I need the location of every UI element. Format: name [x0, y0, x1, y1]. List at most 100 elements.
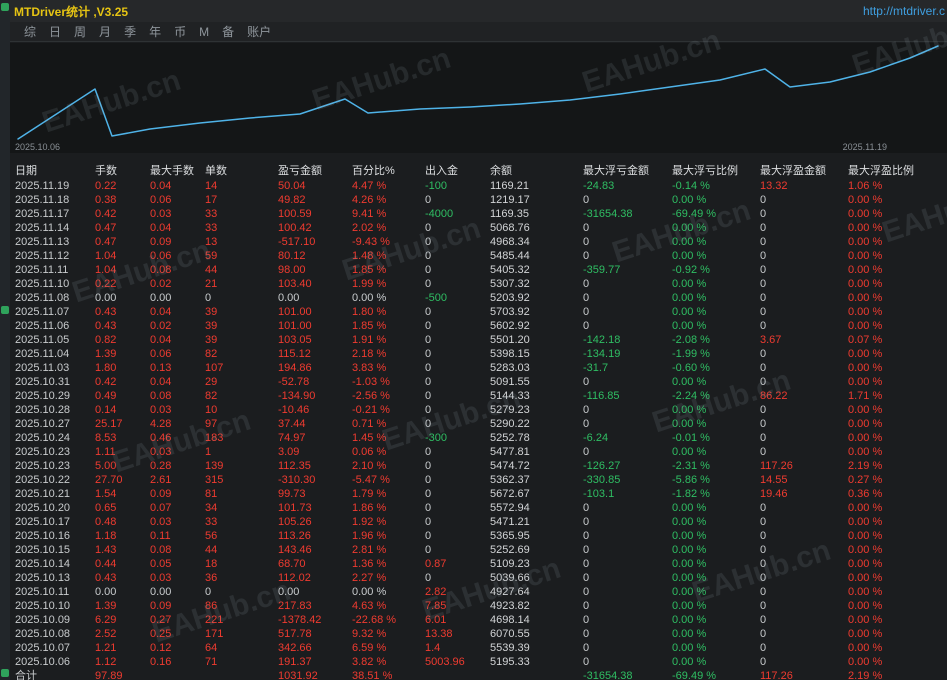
- cell: 0: [760, 207, 848, 221]
- cell: 14: [205, 179, 278, 193]
- cell: 2025.10.09: [15, 613, 95, 627]
- cell: 0: [425, 235, 490, 249]
- cell: 0: [760, 235, 848, 249]
- cell: 0.00 %: [672, 235, 760, 249]
- cell: 0: [583, 445, 672, 459]
- cell: 2025.10.31: [15, 375, 95, 389]
- table-row: 2025.10.248.530.4618374.971.45 %-3005252…: [10, 431, 947, 445]
- menu-item-综[interactable]: 综: [24, 23, 36, 40]
- cell: 0.00 %: [672, 403, 760, 417]
- cell: 0: [425, 193, 490, 207]
- cell: 0.03: [150, 515, 205, 529]
- menu-item-币[interactable]: 币: [174, 23, 186, 40]
- cell: 0.00 %: [848, 221, 947, 235]
- cell: 0: [425, 319, 490, 333]
- cell: 2025.10.15: [15, 543, 95, 557]
- cell: 5485.44: [490, 249, 583, 263]
- menu-item-季[interactable]: 季: [124, 23, 136, 40]
- cell: 5501.20: [490, 333, 583, 347]
- cell: 2025.11.19: [15, 179, 95, 193]
- cell: 0: [425, 515, 490, 529]
- cell: 0.00: [150, 585, 205, 599]
- cell: 0: [425, 249, 490, 263]
- cell: 0.00: [95, 585, 150, 599]
- cell: 19.46: [760, 487, 848, 501]
- cell: -31654.38: [583, 669, 672, 680]
- menu-item-周[interactable]: 周: [74, 23, 86, 40]
- cell: 36: [205, 571, 278, 585]
- cell: 0.00 %: [672, 417, 760, 431]
- cell: -517.10: [278, 235, 352, 249]
- menu-item-账户[interactable]: 账户: [247, 23, 271, 40]
- cell: 44: [205, 263, 278, 277]
- cell: 0: [425, 445, 490, 459]
- cell: 0.09: [150, 235, 205, 249]
- cell: 1.39: [95, 599, 150, 613]
- table-row: 2025.11.170.420.0333100.599.41 %-4000116…: [10, 207, 947, 221]
- column-header: 百分比%: [352, 163, 425, 179]
- cell: 2025.11.13: [15, 235, 95, 249]
- menu-item-日[interactable]: 日: [49, 23, 61, 40]
- cell: -0.60 %: [672, 361, 760, 375]
- cell: 56: [205, 529, 278, 543]
- cell: 0.00 %: [672, 375, 760, 389]
- cell: 0.00 %: [848, 347, 947, 361]
- cell: 0.00 %: [848, 305, 947, 319]
- cell: 0.00 %: [672, 627, 760, 641]
- cell: 18: [205, 557, 278, 571]
- cell: 5279.23: [490, 403, 583, 417]
- cell: 0.00 %: [672, 277, 760, 291]
- cell: 0.00 %: [672, 641, 760, 655]
- cell: 0.00 %: [672, 599, 760, 613]
- cell: 1.04: [95, 263, 150, 277]
- table-row: 2025.10.151.430.0844143.462.81 %05252.69…: [10, 543, 947, 557]
- cell: 0.44: [95, 557, 150, 571]
- cell: 5398.15: [490, 347, 583, 361]
- cell: [150, 669, 205, 680]
- menu-item-月[interactable]: 月: [99, 23, 111, 40]
- cell: 8.53: [95, 431, 150, 445]
- cell: 3.83 %: [352, 361, 425, 375]
- website-link[interactable]: http://mtdriver.c: [863, 4, 945, 18]
- cell: -10.46: [278, 403, 352, 417]
- cell: 1169.35: [490, 207, 583, 221]
- cell: -0.21 %: [352, 403, 425, 417]
- cell: 0.00 %: [848, 417, 947, 431]
- cell: -4000: [425, 207, 490, 221]
- cell: 0.00 %: [672, 193, 760, 207]
- cell: 0.08: [150, 263, 205, 277]
- cell: 0.00 %: [848, 585, 947, 599]
- cell: -359.77: [583, 263, 672, 277]
- cell: 5365.95: [490, 529, 583, 543]
- cell: 5252.78: [490, 431, 583, 445]
- cell: 1.80 %: [352, 305, 425, 319]
- cell: 0: [760, 277, 848, 291]
- app-title: MTDriver统计 ,V3.25: [14, 3, 128, 20]
- cell: 74.97: [278, 431, 352, 445]
- cell: 3.82 %: [352, 655, 425, 669]
- cell: 5474.72: [490, 459, 583, 473]
- cell: 0.00 %: [672, 249, 760, 263]
- menu-item-备[interactable]: 备: [222, 23, 234, 40]
- cell: -1.99 %: [672, 347, 760, 361]
- cell: 4698.14: [490, 613, 583, 627]
- table-row: 2025.10.071.210.1264342.666.59 %1.45539.…: [10, 641, 947, 655]
- table-row: 2025.10.280.140.0310-10.46-0.21 %05279.2…: [10, 403, 947, 417]
- cell: -300: [425, 431, 490, 445]
- cell: 0.00 %: [672, 613, 760, 627]
- cell: 139: [205, 459, 278, 473]
- cell: 117.26: [760, 669, 848, 680]
- cell: 517.78: [278, 627, 352, 641]
- cell: 2025.11.10: [15, 277, 95, 291]
- cell: 5195.33: [490, 655, 583, 669]
- cell: 0: [425, 403, 490, 417]
- cell: 0: [425, 361, 490, 375]
- menu-item-年[interactable]: 年: [149, 23, 161, 40]
- cell: 0.00: [278, 585, 352, 599]
- cell: 1.86 %: [352, 501, 425, 515]
- cell: 5672.67: [490, 487, 583, 501]
- menu-item-M[interactable]: M: [199, 25, 209, 39]
- cell: 0: [760, 627, 848, 641]
- table-row: 2025.10.2725.174.289737.440.71 %05290.22…: [10, 417, 947, 431]
- cell: 0: [760, 571, 848, 585]
